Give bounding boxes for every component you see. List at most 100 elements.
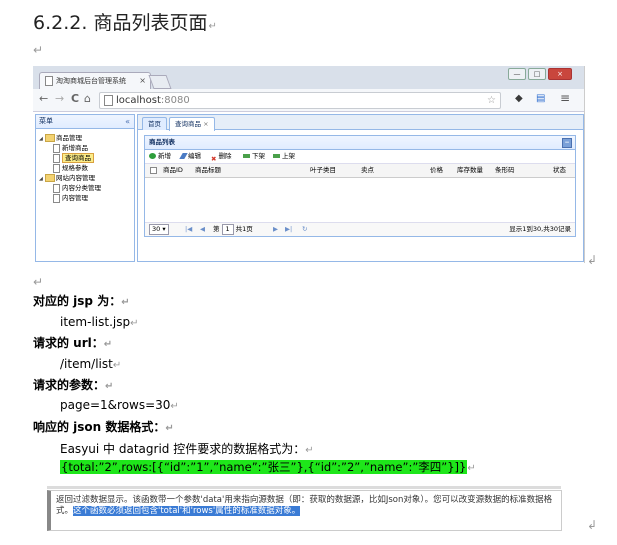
json-description: Easyui 中 datagrid 控件要求的数据格式为：↵ (60, 442, 314, 456)
item-list-panel: 商品列表 − 新增 编辑 ✖ 删除 下架 上架 商品ID 商品标题 叶子类目 卖点… (144, 135, 576, 237)
minimize-icon[interactable]: — (508, 68, 526, 80)
unshelve-icon (243, 154, 250, 158)
refresh-icon[interactable]: ↻ (302, 223, 307, 236)
window-close-icon[interactable]: × (548, 68, 572, 80)
delete-icon: ✖ (211, 155, 217, 163)
column-header[interactable]: 叶子类目 (310, 164, 336, 177)
param-value: page=1&rows=30↵ (60, 398, 179, 412)
folder-icon (45, 174, 55, 182)
tab-query-items[interactable]: 查询商品 × (169, 117, 215, 131)
url-value: /item/list↵ (60, 357, 122, 371)
url-port: :8080 (160, 95, 190, 106)
new-tab-button[interactable] (148, 75, 172, 89)
json-example-highlight: {total:”2”,rows:[{“id”:”1”,”name”:”张三”},… (60, 460, 468, 474)
extension-icon[interactable]: ◆ (515, 93, 523, 104)
jsp-label: 对应的 jsp 为：↵ (33, 294, 130, 308)
file-icon (53, 193, 60, 203)
page-number-input[interactable]: 1 (221, 224, 234, 235)
grid-toolbar: 新增 编辑 ✖ 删除 下架 上架 (145, 150, 575, 164)
paragraph-mark: ↵ (33, 275, 44, 289)
column-header[interactable]: 状态 (553, 164, 566, 177)
tree-node-file-selected[interactable]: 查询商品 (53, 152, 94, 163)
panel-title: 商品列表 (149, 138, 175, 146)
tab-home[interactable]: 首页 (142, 117, 167, 130)
jsp-value: item-list.jsp↵ (60, 315, 139, 329)
delete-button[interactable]: ✖ 删除 (211, 150, 231, 163)
excerpt-top-edge (47, 486, 561, 489)
collapse-icon[interactable]: « (125, 115, 130, 128)
main-area: 首页 查询商品 × 商品列表 − 新增 编辑 ✖ 删除 下架 上架 商品ID 商… (137, 114, 584, 262)
tree-node-file[interactable]: 新增商品 (53, 142, 88, 153)
tree-node-file[interactable]: 规格参数 (53, 162, 88, 173)
close-icon[interactable]: × (203, 120, 208, 128)
tree-node-folder[interactable]: ◢ 网站内容管理 (39, 172, 95, 182)
json-label: 响应的 json 数据格式：↵ (33, 420, 174, 434)
select-all-checkbox[interactable] (150, 164, 157, 177)
collapse-panel-icon[interactable]: − (562, 138, 572, 148)
grid-header: 商品ID 商品标题 叶子类目 卖点 价格 库存数量 条形码 状态 (145, 164, 575, 178)
section-number: 6.2.2. (33, 12, 88, 34)
page-icon (45, 76, 53, 86)
page-icon (104, 94, 113, 106)
prev-page-icon[interactable]: ◀ (200, 223, 205, 236)
home-icon[interactable]: ⌂ (84, 92, 91, 105)
tree-node-file[interactable]: 内容分类管理 (53, 182, 101, 193)
add-button[interactable]: 新增 (149, 150, 171, 163)
star-icon[interactable]: ☆ (487, 93, 496, 108)
embedded-screenshot: 淘淘商城后台管理系统 × — □ × ← → C ⌂ localhost:808… (33, 66, 585, 263)
bookmark-icon[interactable]: ▤ (536, 93, 545, 104)
page-label: 第 1 共1页 (213, 224, 253, 235)
add-icon (149, 153, 156, 159)
edit-icon (179, 153, 188, 159)
browser-tab-title: 淘淘商城后台管理系统 (56, 77, 126, 85)
folder-icon (45, 134, 55, 142)
browser-tab[interactable]: 淘淘商城后台管理系统 × (39, 72, 151, 90)
close-icon[interactable]: × (139, 73, 146, 89)
shelve-icon (273, 154, 280, 158)
menu-header: 菜单 « (36, 115, 134, 129)
side-menu: 菜单 « ◢ 商品管理 新增商品 查询商品 规格参数 ◢ 网站内容管理 内容分类管理… (35, 114, 135, 262)
line-break-mark: ↲ (587, 518, 598, 532)
tree-node-folder[interactable]: ◢ 商品管理 (39, 132, 82, 142)
line-break-mark: ↲ (587, 253, 598, 267)
shelve-button[interactable]: 上架 (273, 150, 295, 163)
back-icon[interactable]: ← (39, 92, 48, 105)
menu-title: 菜单 (39, 117, 53, 125)
menu-icon[interactable]: ≡ (560, 91, 570, 105)
forward-icon[interactable]: → (55, 92, 64, 105)
maximize-icon[interactable]: □ (528, 68, 546, 80)
section-title: 商品列表页面 (93, 12, 208, 34)
browser-tab-strip: 淘淘商城后台管理系统 × — □ × (33, 66, 584, 90)
paragraph-mark: ↵ (33, 43, 44, 57)
column-header[interactable]: 卖点 (361, 164, 374, 177)
page-size-select[interactable]: 30 ▾ (149, 223, 169, 236)
param-label: 请求的参数：↵ (33, 378, 114, 392)
panel-header: 商品列表 − (145, 136, 575, 150)
admin-app: 菜单 « ◢ 商品管理 新增商品 查询商品 规格参数 ◢ 网站内容管理 内容分类管理… (33, 112, 584, 263)
doc-excerpt-text: 返回过滤数据显示。该函数带一个参数'data'用来指向源数据（即：获取的数据源，… (56, 495, 553, 516)
tree-node-file[interactable]: 内容管理 (53, 192, 88, 203)
column-header[interactable]: 商品标题 (195, 164, 221, 177)
edit-button[interactable]: 编辑 (179, 150, 201, 163)
url-label: 请求的 url：↵ (33, 336, 113, 350)
paragraph-mark: ↵ (208, 21, 217, 32)
browser-toolbar: ← → C ⌂ localhost:8080 ☆ ◆ ▤ ≡ (33, 89, 584, 112)
content-tabs: 首页 查询商品 × (138, 115, 583, 131)
address-bar[interactable]: localhost:8080 ☆ (99, 92, 501, 109)
next-page-icon[interactable]: ▶ (273, 223, 278, 236)
url-host: localhost (116, 95, 161, 106)
column-header[interactable]: 商品ID (163, 164, 183, 177)
unshelve-button[interactable]: 下架 (243, 150, 265, 163)
reload-icon[interactable]: C (71, 92, 79, 105)
first-page-icon[interactable]: |◀ (185, 223, 192, 236)
last-page-icon[interactable]: ▶| (285, 223, 292, 236)
column-header[interactable]: 条形码 (495, 164, 515, 177)
grid-pager: 30 ▾ |◀ ◀ 第 1 共1页 ▶ ▶| ↻ 显示1到30,共30记录 (145, 222, 575, 236)
json-example: {total:”2”,rows:[{“id”:”1”,”name”:”张三”},… (60, 460, 476, 474)
pager-summary: 显示1到30,共30记录 (509, 225, 571, 233)
column-header[interactable]: 库存数量 (457, 164, 483, 177)
doc-excerpt-selection: 这个函数必须返回包含'total'和'rows'属性的标准数据对象。 (73, 506, 301, 516)
doc-excerpt-image: 返回过滤数据显示。该函数带一个参数'data'用来指向源数据（即：获取的数据源，… (47, 490, 562, 531)
section-heading: 6.2.2. 商品列表页面↵ (33, 8, 217, 35)
column-header[interactable]: 价格 (430, 164, 443, 177)
